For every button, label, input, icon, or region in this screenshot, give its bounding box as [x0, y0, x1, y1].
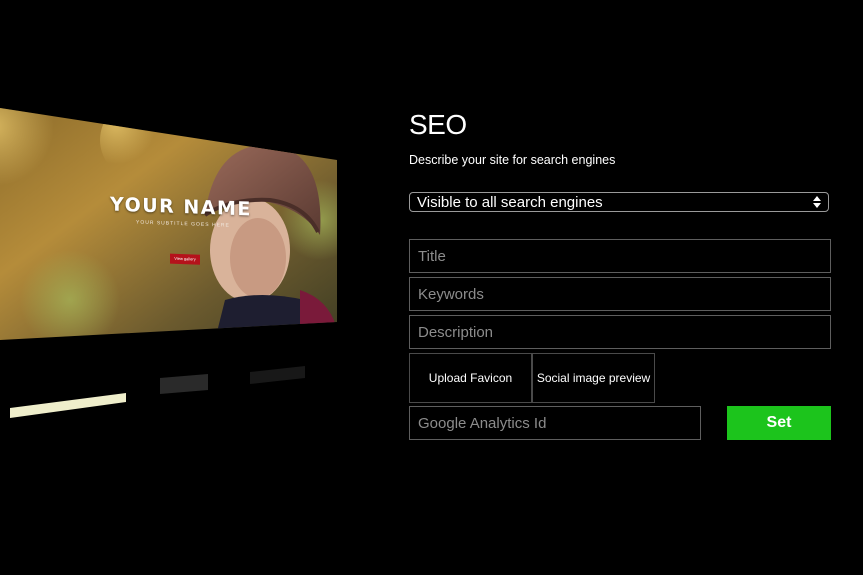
site-preview: YOUR NAME YOUR SUBTITLE GOES HERE View g…: [0, 0, 360, 575]
seo-settings-screen: YOUR NAME YOUR SUBTITLE GOES HERE View g…: [0, 0, 863, 575]
search-engine-visibility-select[interactable]: Visible to all search engines: [409, 192, 829, 212]
title-input[interactable]: [409, 239, 831, 273]
set-button[interactable]: Set: [727, 406, 831, 440]
keywords-input[interactable]: [409, 277, 831, 311]
preview-gallery-button: View gallery: [170, 253, 200, 265]
select-updown-icon: [810, 194, 824, 210]
visibility-selected-value: Visible to all search engines: [417, 193, 603, 211]
seo-subtitle: Describe your site for search engines: [409, 153, 616, 167]
description-input[interactable]: [409, 315, 831, 349]
site-preview-hero: YOUR NAME YOUR SUBTITLE GOES HERE View g…: [110, 193, 252, 265]
upload-favicon-button[interactable]: Upload Favicon: [409, 353, 532, 403]
seo-panel: SEO Describe your site for search engine…: [409, 108, 831, 440]
site-preview-image: [0, 108, 337, 418]
seo-title: SEO: [409, 109, 467, 140]
preview-site-name: YOUR NAME: [110, 193, 252, 221]
google-analytics-id-input[interactable]: [409, 406, 701, 440]
site-preview-card: YOUR NAME YOUR SUBTITLE GOES HERE View g…: [0, 0, 360, 575]
social-image-preview-button[interactable]: Social image preview: [532, 353, 655, 403]
